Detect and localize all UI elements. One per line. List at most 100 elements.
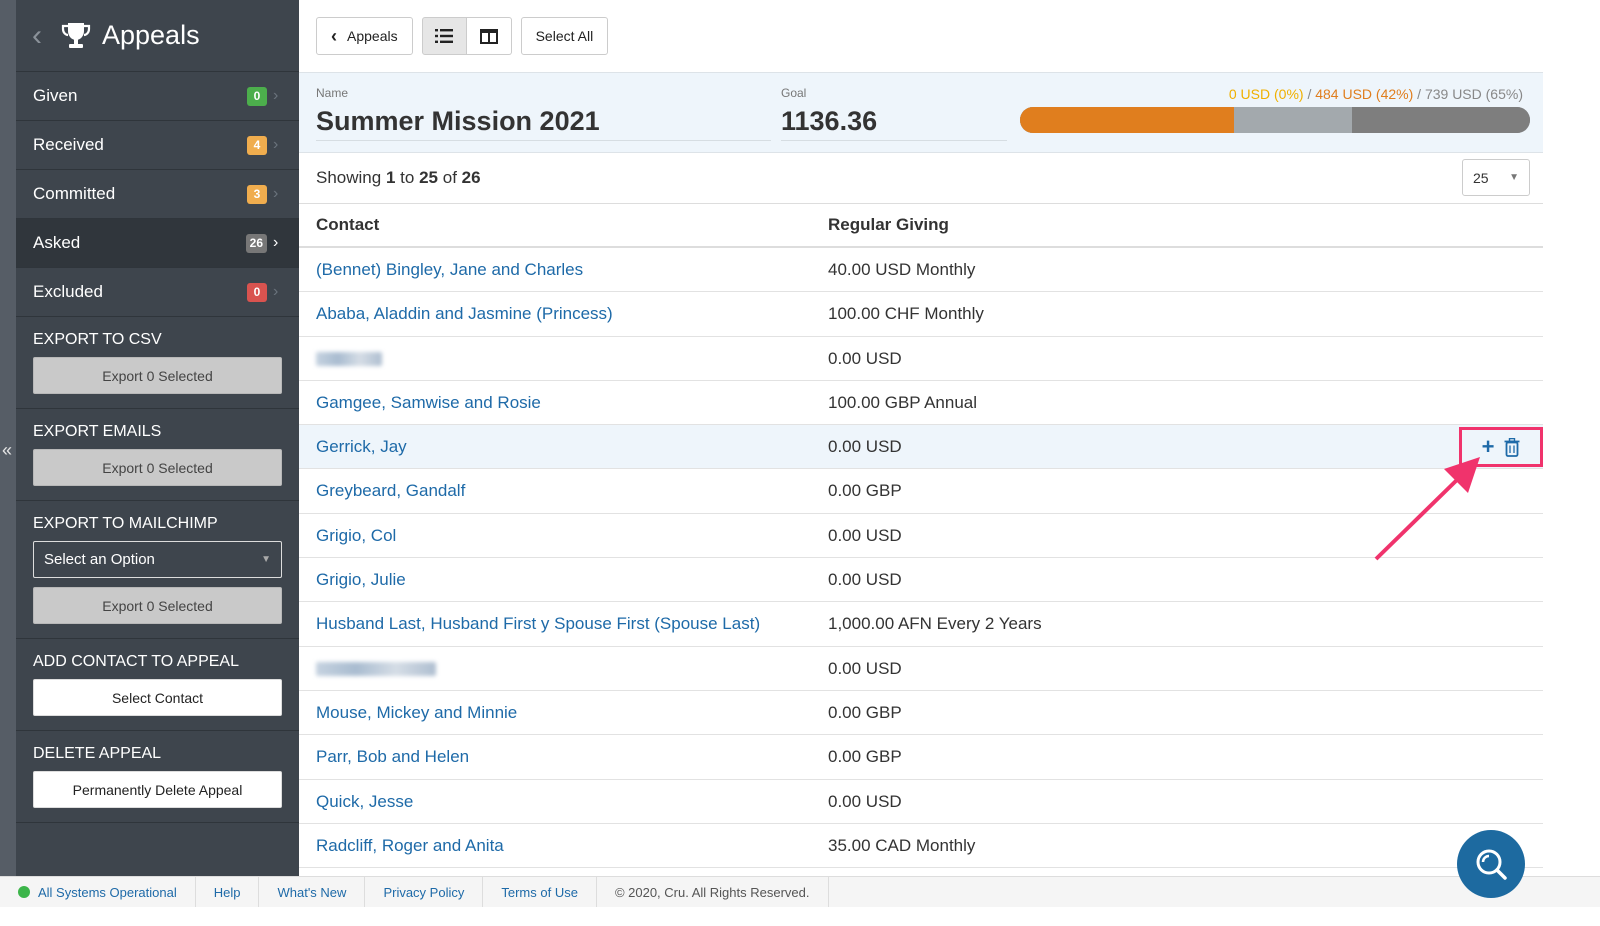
contact-link[interactable]: Husband Last, Husband First y Spouse Fir… [316, 614, 760, 634]
plus-icon[interactable]: + [1482, 436, 1495, 458]
contact-column-header[interactable]: Contact [316, 215, 379, 235]
sidebar-item-asked[interactable]: Asked 26 › [16, 219, 299, 268]
appeal-goal[interactable]: 1136.36 [781, 106, 877, 137]
trash-icon[interactable] [1504, 437, 1520, 457]
sidebar-item-excluded[interactable]: Excluded 0 › [16, 268, 299, 317]
footer-link-privacy[interactable]: Privacy Policy [365, 876, 484, 908]
trophy-icon [61, 22, 91, 48]
showing-total: 26 [461, 168, 481, 187]
contact-link[interactable]: Parr, Bob and Helen [316, 747, 469, 767]
delete-appeal-section: DELETE APPEAL Permanently Delete Appeal [16, 731, 299, 823]
name-underline [316, 140, 771, 141]
table-row[interactable]: Husband Last, Husband First y Spouse Fir… [299, 602, 1543, 647]
legend-separator: / [1417, 86, 1425, 102]
contact-link[interactable]: Mouse, Mickey and Minnie [316, 703, 517, 723]
contact-link[interactable]: Ababa, Aladdin and Jasmine (Princess) [316, 304, 613, 324]
export-mailchimp-section: EXPORT TO MAILCHIMP Select an Option ▼ E… [16, 501, 299, 639]
sidebar-item-label: Given [33, 86, 78, 105]
contacts-table: (Bennet) Bingley, Jane and Charles 40.00 … [299, 248, 1543, 869]
contact-link[interactable]: Grigio, Julie [316, 570, 406, 590]
export-csv-button[interactable]: Export 0 Selected [33, 357, 282, 394]
table-row[interactable]: Quick, Jesse 0.00 USD [299, 780, 1543, 824]
table-row[interactable]: Grigio, Col 0.00 USD [299, 514, 1543, 559]
export-csv-section: EXPORT TO CSV Export 0 Selected [16, 317, 299, 409]
sidebar-title: Appeals [102, 20, 200, 50]
table-row[interactable]: Radcliff, Roger and Anita 35.00 CAD Month… [299, 824, 1543, 869]
system-status-link[interactable]: All Systems Operational [0, 876, 196, 908]
redacted-contact-name[interactable] [316, 659, 436, 681]
table-row[interactable]: 0.00 USD [299, 647, 1543, 691]
table-row[interactable]: Parr, Bob and Helen 0.00 GBP [299, 735, 1543, 780]
list-icon [435, 29, 454, 43]
contact-link[interactable]: Greybeard, Gandalf [316, 481, 465, 501]
appeal-summary: Name Summer Mission 2021 Goal 1136.36 0 … [299, 72, 1543, 153]
status-text: All Systems Operational [38, 884, 177, 900]
page-bottom [0, 907, 1600, 926]
footer-link-terms[interactable]: Terms of Use [483, 876, 597, 908]
table-row[interactable]: 0.00 USD [299, 337, 1543, 381]
table-row[interactable]: Grigio, Julie 0.00 USD [299, 558, 1543, 603]
contact-link[interactable]: Quick, Jesse [316, 792, 413, 812]
section-title: EXPORT EMAILS [33, 423, 162, 440]
table-row[interactable]: Gamgee, Samwise and Rosie 100.00 GBP Annu… [299, 381, 1543, 426]
add-contact-section: ADD CONTACT TO APPEAL Select Contact [16, 639, 299, 731]
section-title: DELETE APPEAL [33, 745, 162, 762]
legend-given: 0 USD (0%) [1228, 86, 1304, 102]
regular-giving: 100.00 GBP Annual [828, 392, 978, 412]
contact-link[interactable]: Gamgee, Samwise and Rosie [316, 393, 541, 413]
table-header: Contact Regular Giving [299, 204, 1543, 248]
regular-giving: 0.00 GBP [828, 481, 902, 501]
export-emails-button[interactable]: Export 0 Selected [33, 449, 282, 486]
contact-link[interactable]: Grigio, Col [316, 526, 396, 546]
table-row[interactable]: Greybeard, Gandalf 0.00 GBP [299, 469, 1543, 514]
columns-icon [479, 28, 498, 44]
back-chevron-icon[interactable]: ‹ [32, 20, 42, 51]
count-badge: 26 [245, 233, 267, 253]
goal-label: Goal [781, 86, 807, 100]
sidebar-item-received[interactable]: Received 4 › [16, 121, 299, 170]
export-emails-section: EXPORT EMAILS Export 0 Selected [16, 409, 299, 501]
view-toggle [421, 17, 512, 55]
table-row[interactable]: Mouse, Mickey and Minnie 0.00 GBP [299, 691, 1543, 736]
column-view-button[interactable] [466, 17, 512, 55]
giving-column-header[interactable]: Regular Giving [828, 215, 949, 235]
double-chevron-left-icon[interactable]: « [0, 440, 14, 460]
table-row[interactable]: (Bennet) Bingley, Jane and Charles 40.00 … [299, 248, 1543, 293]
count-badge: 4 [247, 135, 267, 155]
progress-legend: 0 USD (0%) / 484 USD (42%) / 739 USD (65… [1229, 86, 1523, 102]
per-page-select[interactable]: 25 ▼ [1462, 159, 1530, 196]
showing-of-word: of [442, 168, 457, 187]
legend-committed: 739 USD (65%) [1424, 86, 1523, 102]
goal-underline [781, 140, 1007, 141]
contact-link[interactable]: (Bennet) Bingley, Jane and Charles [316, 260, 583, 280]
toolbar: ‹ Appeals Select All [299, 0, 1543, 72]
sidebar-item-label: Received [33, 135, 104, 154]
table-row[interactable]: Ababa, Aladdin and Jasmine (Princess) 100… [299, 292, 1543, 337]
footer-link-whats-new[interactable]: What's New [259, 876, 366, 908]
footer-link-help[interactable]: Help [196, 876, 260, 908]
redacted-contact-name[interactable] [316, 349, 382, 371]
export-mailchimp-button[interactable]: Export 0 Selected [33, 587, 282, 624]
chevron-right-icon: › [273, 283, 279, 300]
caret-down-icon: ▼ [261, 554, 271, 565]
regular-giving: 0.00 USD [828, 437, 902, 457]
collapse-rail[interactable]: « [0, 0, 16, 876]
showing-to-word: to [400, 168, 415, 187]
select-all-button[interactable]: Select All [520, 17, 609, 55]
table-row[interactable]: Gerrick, Jay 0.00 USD + [299, 425, 1543, 470]
list-view-button[interactable] [421, 17, 467, 55]
pagination-summary: Showing 1 to 25 of 26 25 ▼ [299, 153, 1543, 204]
back-to-appeals-button[interactable]: ‹ Appeals [316, 17, 413, 55]
sidebar-item-given[interactable]: Given 0 › [16, 72, 299, 121]
contact-link[interactable]: Gerrick, Jay [316, 437, 407, 457]
select-contact-button[interactable]: Select Contact [33, 679, 282, 716]
count-badge: 0 [247, 86, 267, 106]
appeal-progress-bar [1020, 107, 1530, 133]
appeal-name[interactable]: Summer Mission 2021 [316, 106, 600, 137]
sidebar-item-committed[interactable]: Committed 3 › [16, 170, 299, 219]
chevron-right-icon: › [273, 185, 279, 202]
mailchimp-list-select[interactable]: Select an Option ▼ [33, 541, 282, 578]
delete-appeal-button[interactable]: Permanently Delete Appeal [33, 771, 282, 808]
help-search-button[interactable] [1457, 830, 1525, 898]
contact-link[interactable]: Radcliff, Roger and Anita [316, 836, 504, 856]
